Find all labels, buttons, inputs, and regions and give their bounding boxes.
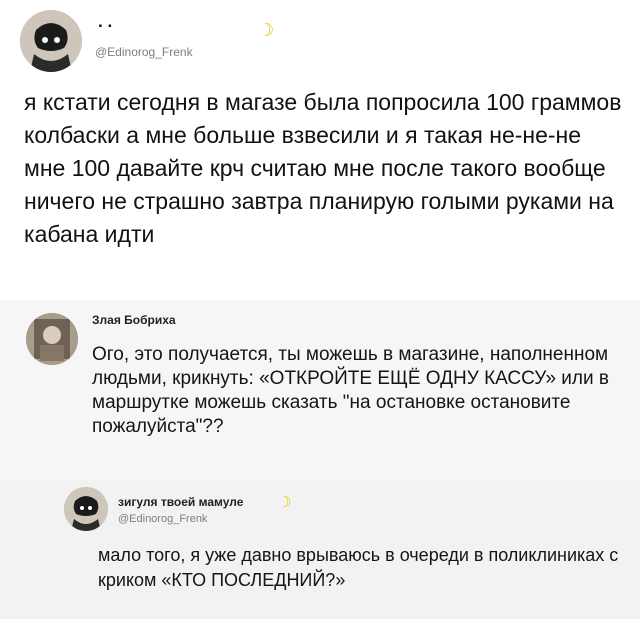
reply-2-handle[interactable]: @Edinorog_Frenk (118, 513, 207, 525)
reply-2-text: мало того, я уже давно врываюсь в очеред… (98, 545, 619, 590)
photo-avatar-icon (26, 313, 78, 365)
reply-1: Злая Бобриха Ого, это получается, ты мож… (0, 300, 640, 480)
moon-emoji-icon: ☽ (258, 20, 275, 40)
author-name[interactable]: . . (98, 12, 112, 32)
moon-emoji-icon: ☽ (278, 494, 292, 511)
author-handle[interactable]: @Edinorog_Frenk (95, 45, 193, 59)
cartoon-avatar-icon (20, 10, 82, 72)
reply-1-avatar[interactable] (26, 313, 78, 365)
reply-2-avatar[interactable] (64, 487, 108, 531)
main-post: . . ☽ @Edinorog_Frenk я кстати сегодня в… (0, 0, 640, 300)
reply-1-author-name[interactable]: Злая Бобриха (92, 313, 176, 327)
post-text: я кстати сегодня в магазе была попросила… (24, 89, 622, 247)
cartoon-avatar-icon (64, 487, 108, 531)
reply-2-author-name[interactable]: зигуля твоей мамуле (118, 495, 243, 509)
reply-2: зигуля твоей мамуле ☽ @Edinorog_Frenk ма… (0, 480, 640, 619)
reply-1-text: Ого, это получается, ты можешь в магазин… (92, 344, 609, 437)
author-avatar[interactable] (20, 10, 82, 72)
